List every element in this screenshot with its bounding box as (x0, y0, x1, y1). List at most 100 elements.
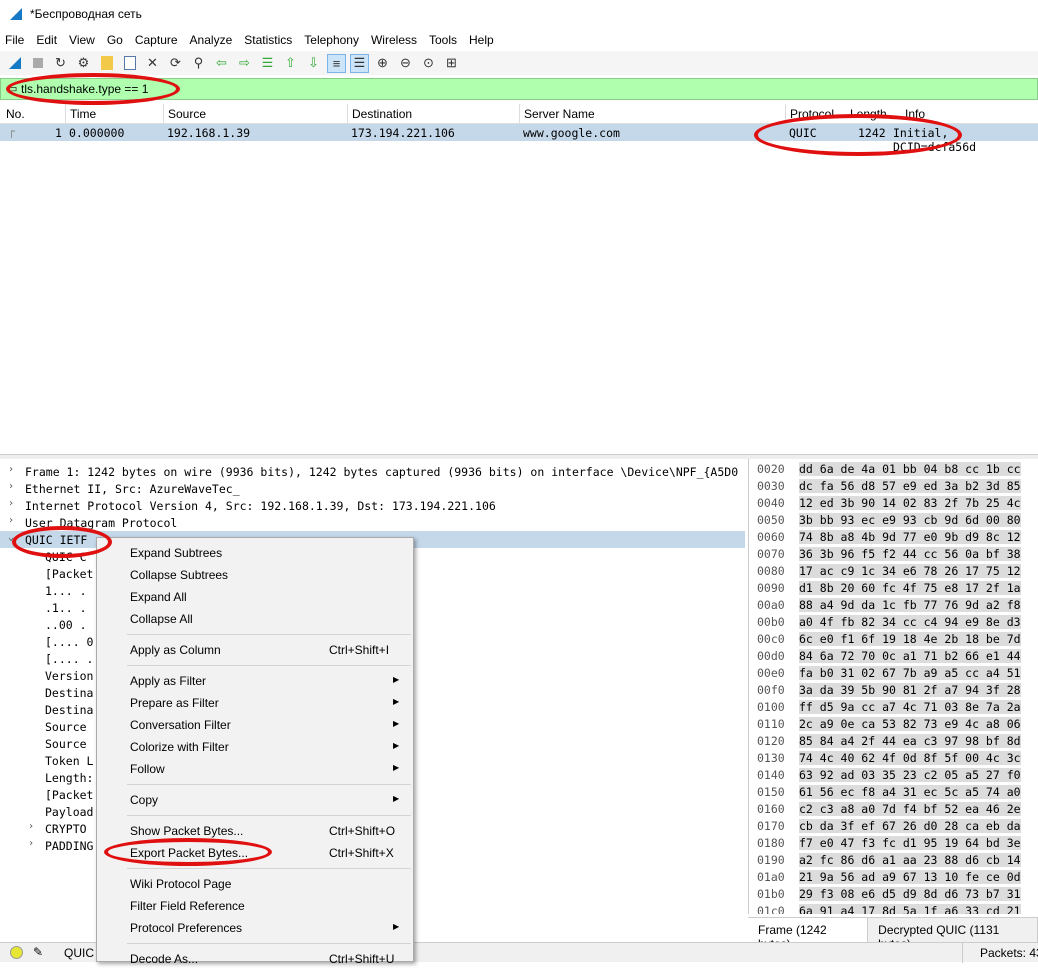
window-title: *Беспроводная сеть (30, 6, 142, 21)
menu-item-collapse-all[interactable]: Collapse All (97, 608, 413, 630)
menu-item-collapse-subtrees[interactable]: Collapse Subtrees (97, 564, 413, 586)
bytes-offset: 01c0 (757, 904, 785, 914)
stop-icon[interactable] (28, 54, 47, 73)
menu-item-protocol-preferences[interactable]: Protocol Preferences ▶ (97, 917, 413, 939)
menu-file[interactable]: File (5, 33, 24, 47)
menu-item-prepare-as-filter[interactable]: Prepare as Filter ▶ (97, 692, 413, 714)
menu-analyze[interactable]: Analyze (190, 33, 233, 47)
expand-arrow-icon[interactable]: › (8, 464, 14, 475)
close-file-icon[interactable]: ✕ (143, 54, 162, 73)
menu-item-follow[interactable]: Follow ▶ (97, 758, 413, 780)
menu-statistics[interactable]: Statistics (244, 33, 292, 47)
col-destination[interactable]: Destination (352, 107, 412, 121)
open-folder-icon[interactable] (97, 54, 116, 73)
menu-item-copy[interactable]: Copy ▶ (97, 789, 413, 811)
menu-item-label: Export Packet Bytes... (130, 846, 249, 860)
detail-row[interactable]: › Internet Protocol Version 4, Src: 192.1… (0, 497, 745, 514)
zoom-in-icon[interactable]: ⊕ (373, 54, 392, 73)
col-info[interactable]: Info (905, 107, 925, 121)
status-protocol: QUIC (64, 946, 94, 960)
packet-row[interactable]: ┌ 1 0.000000 192.168.1.39 173.194.221.10… (0, 124, 1038, 154)
detail-row[interactable]: › User Datagram Protocol (0, 514, 745, 531)
shark-fin-icon[interactable] (5, 54, 24, 73)
forward-icon[interactable]: ⇨ (235, 54, 254, 73)
edit-comment-icon[interactable]: ✎ (33, 945, 43, 959)
detail-text: ..00 . (45, 618, 87, 632)
menu-item-export-packet-bytes[interactable]: Export Packet Bytes... Ctrl+Shift+X (97, 842, 413, 864)
bytes-offset: 00a0 (757, 598, 785, 612)
col-no[interactable]: No. (6, 107, 25, 121)
expand-arrow-icon[interactable]: › (8, 481, 14, 492)
colorize-icon[interactable]: ☰ (350, 53, 369, 73)
menu-go[interactable]: Go (107, 33, 123, 47)
col-source[interactable]: Source (168, 107, 206, 121)
menu-item-conversation-filter[interactable]: Conversation Filter ▶ (97, 714, 413, 736)
menu-help[interactable]: Help (469, 33, 494, 47)
packet-list (0, 104, 1038, 455)
reload-icon[interactable]: ⟳ (166, 54, 185, 73)
packet-time: 0.000000 (69, 126, 125, 140)
bytes-hex: 6a 91 a4 17 8d 5a 1f a6 33 cd 21 (799, 904, 1021, 914)
menu-view[interactable]: View (69, 33, 95, 47)
autoscroll-icon[interactable]: ≡ (327, 53, 346, 73)
col-server-name[interactable]: Server Name (524, 107, 595, 121)
submenu-arrow-icon: ▶ (393, 741, 400, 750)
bytes-offset: 0190 (757, 853, 785, 867)
find-icon[interactable]: ⚲ (189, 54, 208, 73)
expand-arrow-icon[interactable]: › (8, 498, 14, 509)
detail-text: Version (45, 669, 94, 683)
detail-text: Internet Protocol Version 4, Src: 192.16… (25, 499, 496, 513)
menu-item-apply-as-column[interactable]: Apply as Column Ctrl+Shift+I (97, 639, 413, 661)
back-icon[interactable]: ⇦ (212, 54, 231, 73)
resize-columns-icon[interactable]: ⊞ (442, 54, 461, 73)
menu-item-expand-subtrees[interactable]: Expand Subtrees (97, 542, 413, 564)
col-length[interactable]: Length (850, 107, 887, 121)
expand-arrow-icon[interactable]: › (8, 515, 14, 526)
display-filter-input[interactable] (21, 80, 921, 98)
menu-item-expand-all[interactable]: Expand All (97, 586, 413, 608)
detail-text: Ethernet II, Src: AzureWaveTec_ (25, 482, 240, 496)
col-time[interactable]: Time (70, 107, 96, 121)
menu-wireless[interactable]: Wireless (371, 33, 417, 47)
tab-frame-bytes[interactable]: Frame (1242 bytes) (748, 918, 869, 951)
menu-item-apply-as-filter[interactable]: Apply as Filter ▶ (97, 670, 413, 692)
restart-icon[interactable]: ↻ (51, 54, 70, 73)
tab-decrypted-quic[interactable]: Decrypted QUIC (1131 bytes) (868, 918, 1038, 951)
menu-edit[interactable]: Edit (36, 33, 57, 47)
detail-text: CRYPTO (45, 822, 87, 836)
save-icon[interactable] (120, 54, 139, 73)
detail-text: Token L (45, 754, 94, 768)
submenu-arrow-icon: ▶ (393, 697, 400, 706)
detail-row[interactable]: › Ethernet II, Src: AzureWaveTec_ (0, 480, 745, 497)
expand-arrow-icon[interactable]: › (28, 838, 34, 849)
expert-info-icon[interactable] (10, 946, 23, 959)
last-icon[interactable]: ⇩ (304, 54, 323, 73)
menu-item-wiki-protocol-page[interactable]: Wiki Protocol Page (97, 873, 413, 895)
detail-text: [Packet (45, 567, 94, 581)
col-protocol[interactable]: Protocol (790, 107, 834, 121)
zoom-out-icon[interactable]: ⊖ (396, 54, 415, 73)
menu-telephony[interactable]: Telephony (304, 33, 359, 47)
detail-text: [.... . (45, 652, 94, 666)
menu-tools[interactable]: Tools (429, 33, 457, 47)
menu-item-colorize-with-filter[interactable]: Colorize with Filter ▶ (97, 736, 413, 758)
menu-capture[interactable]: Capture (135, 33, 178, 47)
packet-server-name: www.google.com (523, 126, 620, 140)
goto-icon[interactable]: ☰ (258, 54, 277, 73)
zoom-reset-icon[interactable]: ⊙ (419, 54, 438, 73)
menu-item-show-packet-bytes[interactable]: Show Packet Bytes... Ctrl+Shift+O (97, 820, 413, 842)
expand-arrow-icon[interactable]: › (28, 821, 34, 832)
options-icon[interactable]: ⚙ (74, 54, 93, 73)
menu-separator (127, 815, 411, 816)
bytes-offset: 0040 (757, 496, 785, 510)
menu-item-filter-field-reference[interactable]: Filter Field Reference (97, 895, 413, 917)
bytes-offset: 0170 (757, 819, 785, 833)
bytes-offset: 00c0 (757, 632, 785, 646)
expand-arrow-icon[interactable]: ⌄ (8, 532, 14, 543)
bytes-hex: c2 c3 a8 a0 7d f4 bf 52 ea 46 2e (799, 802, 1021, 816)
menu-item-label: Wiki Protocol Page (130, 877, 232, 891)
menu-item-decode-as[interactable]: Decode As... Ctrl+Shift+U (97, 948, 413, 970)
bookmark-icon[interactable]: ▭ (7, 82, 21, 96)
first-icon[interactable]: ⇧ (281, 54, 300, 73)
detail-row[interactable]: › Frame 1: 1242 bytes on wire (9936 bits)… (0, 463, 745, 480)
